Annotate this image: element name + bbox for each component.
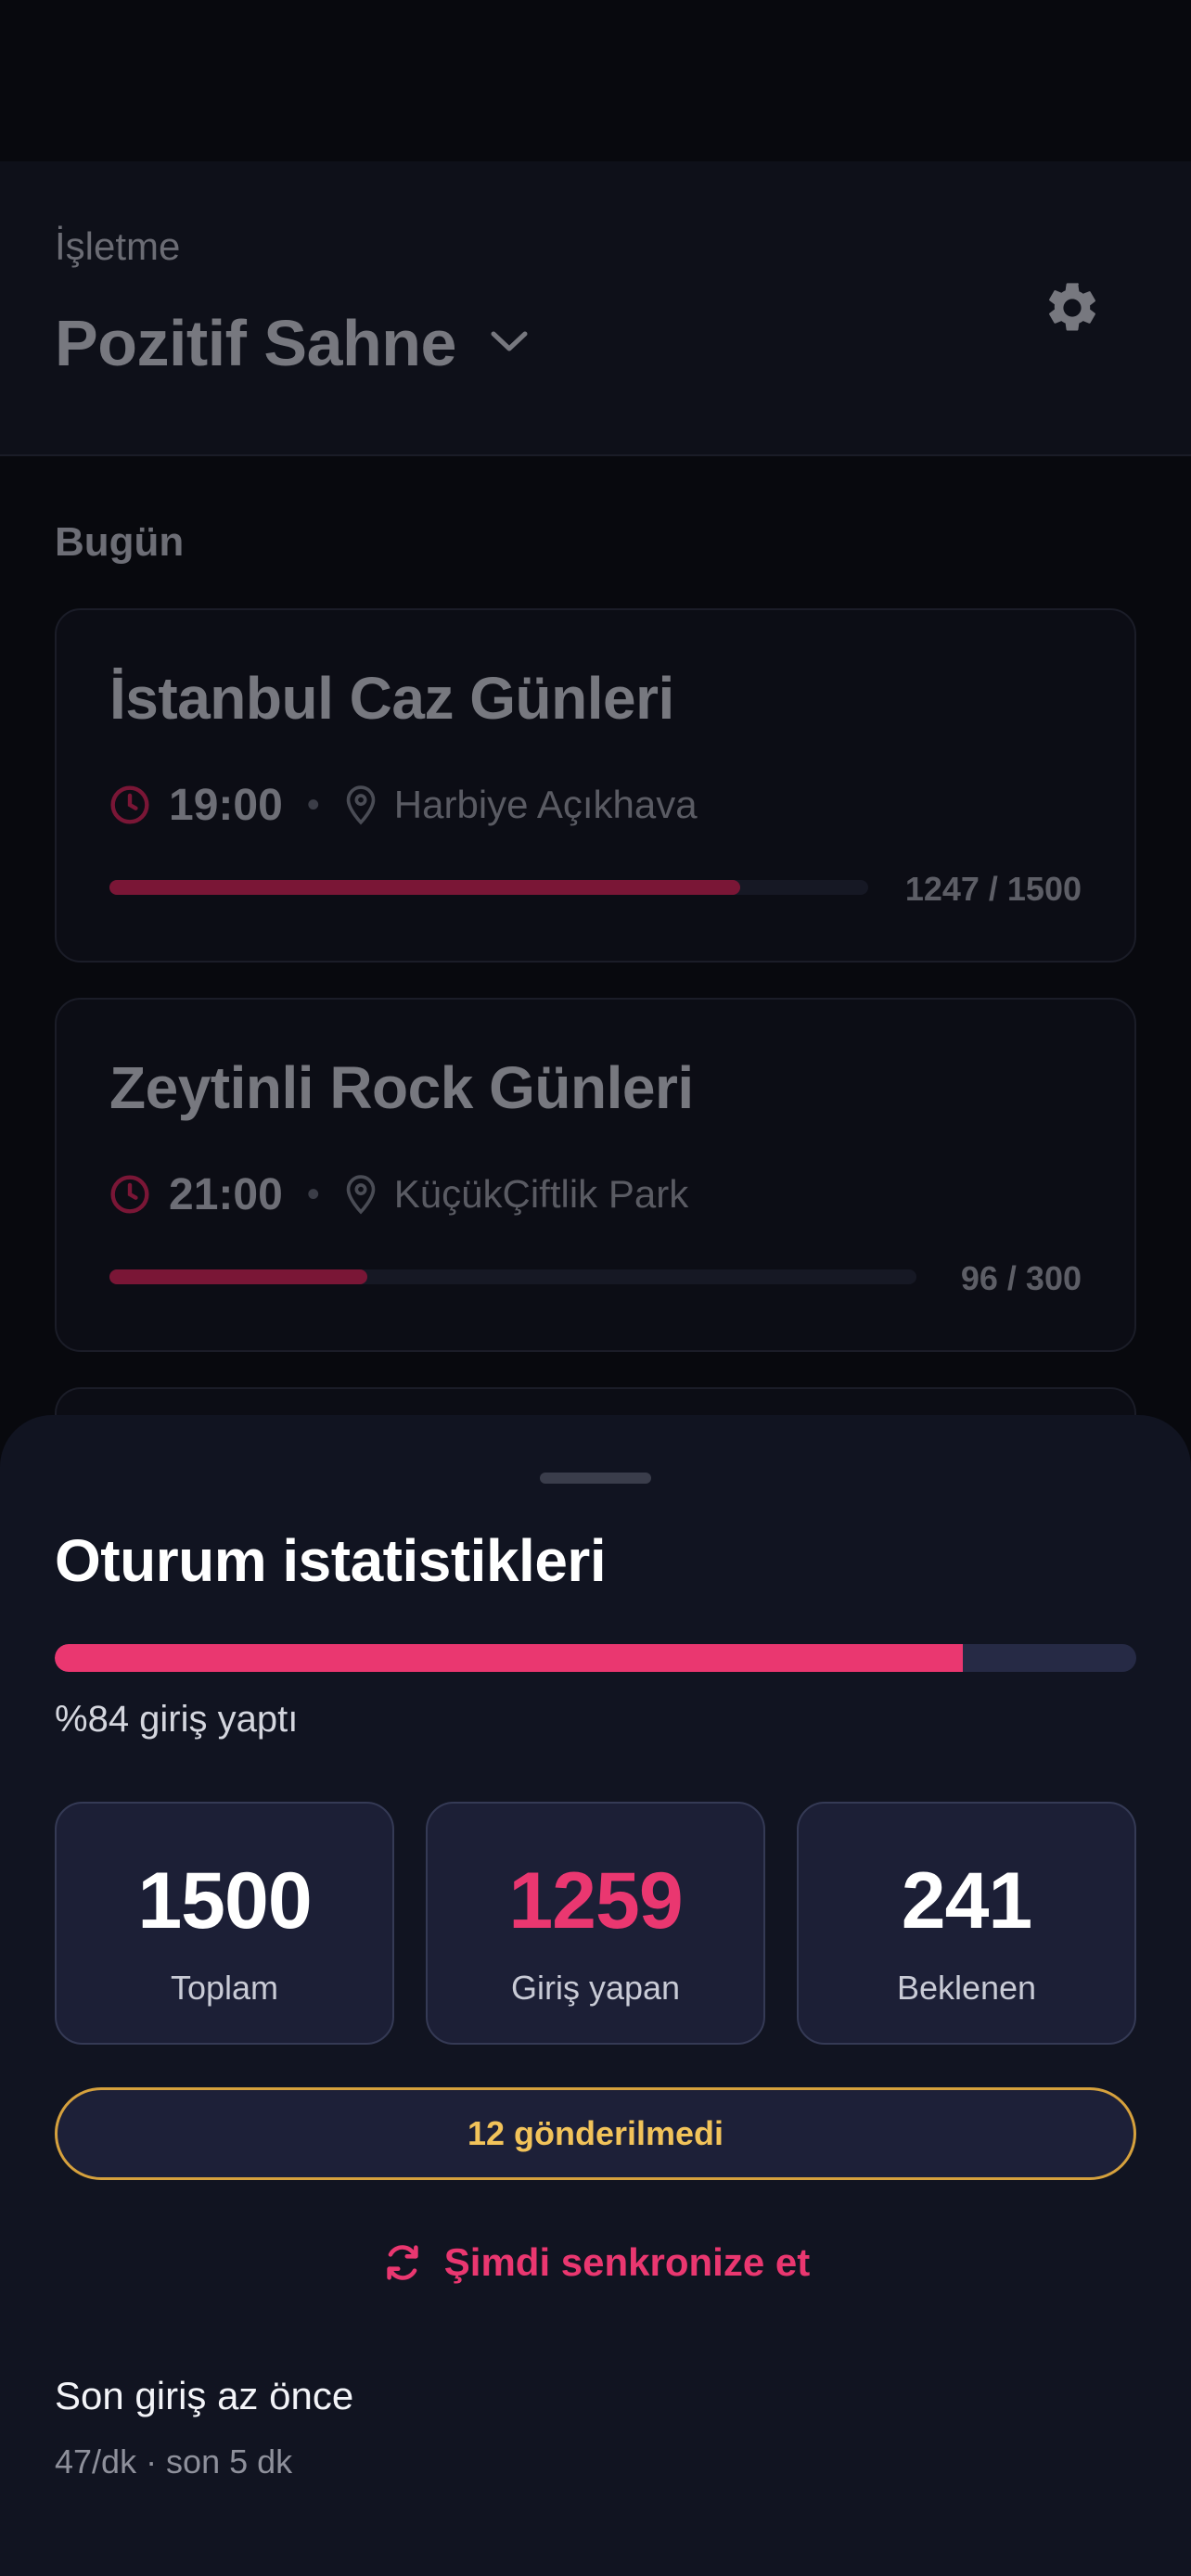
event-title: Zeytinli Rock Günleri xyxy=(109,1054,694,1121)
checkin-progress-fill xyxy=(109,1269,368,1284)
stat-value: 241 xyxy=(901,1856,1033,1945)
location-pin-icon xyxy=(346,785,376,825)
last-checkin-text: Son giriş az önce xyxy=(55,2374,354,2417)
sheet-drag-handle[interactable] xyxy=(540,1473,651,1484)
separator-dot: • xyxy=(306,1173,320,1215)
stat-label: Giriş yapan xyxy=(510,1969,681,2007)
checkin-progress-bar xyxy=(109,1269,916,1284)
gear-icon[interactable] xyxy=(1043,278,1102,338)
checkin-count: 96 / 300 xyxy=(960,1259,1082,1297)
sync-now-label: Şimdi senkronize et xyxy=(443,2240,811,2284)
stat-value: 1500 xyxy=(137,1856,312,1945)
business-selector[interactable]: Pozitif Sahne xyxy=(55,306,456,380)
clock-icon xyxy=(110,1175,149,1214)
event-time: 19:00 xyxy=(169,780,283,830)
event-time: 21:00 xyxy=(169,1169,283,1219)
event-card[interactable]: İstanbul Caz Günleri 19:00 • Harbiye Açı… xyxy=(55,608,1136,963)
unsent-button[interactable]: 12 gönderilmedi xyxy=(55,2087,1136,2180)
checkin-percent-fill xyxy=(55,1644,964,1672)
checkin-percent-text: %84 giriş yaptı xyxy=(55,1699,299,1740)
sync-icon xyxy=(387,2245,418,2280)
session-stats-sheet: Oturum istatistikleri %84 giriş yaptı 15… xyxy=(0,1415,1191,2576)
event-title: İstanbul Caz Günleri xyxy=(109,665,674,732)
stat-pending: 241 Beklenen xyxy=(797,1802,1136,2045)
clock-icon xyxy=(110,785,149,824)
sync-now-button[interactable]: Şimdi senkronize et xyxy=(0,2240,1191,2285)
stat-value: 1259 xyxy=(508,1856,683,1945)
event-card[interactable]: Zeytinli Rock Günleri 21:00 • KüçükÇiftl… xyxy=(55,998,1136,1352)
stat-checked-in: 1259 Giriş yapan xyxy=(426,1802,765,2045)
business-label: İşletme xyxy=(55,224,181,268)
checkin-progress-bar xyxy=(109,880,868,895)
separator-dot: • xyxy=(306,784,320,825)
sheet-title: Oturum istatistikleri xyxy=(55,1527,607,1594)
checkin-progress-fill xyxy=(109,880,740,895)
stat-label: Beklenen xyxy=(896,1969,1037,2007)
stat-total: 1500 Toplam xyxy=(55,1802,394,2045)
today-heading: Bugün xyxy=(55,519,185,565)
chevron-down-icon[interactable] xyxy=(488,328,531,356)
checkin-percent-bar xyxy=(55,1644,1136,1672)
stat-label: Toplam xyxy=(170,1969,279,2007)
event-venue: KüçükÇiftlik Park xyxy=(393,1172,689,1216)
checkin-rate-text: 47/dk · son 5 dk xyxy=(55,2442,293,2480)
location-pin-icon xyxy=(346,1175,376,1215)
checkin-count: 1247 / 1500 xyxy=(904,870,1082,908)
event-venue: Harbiye Açıkhava xyxy=(393,783,698,826)
